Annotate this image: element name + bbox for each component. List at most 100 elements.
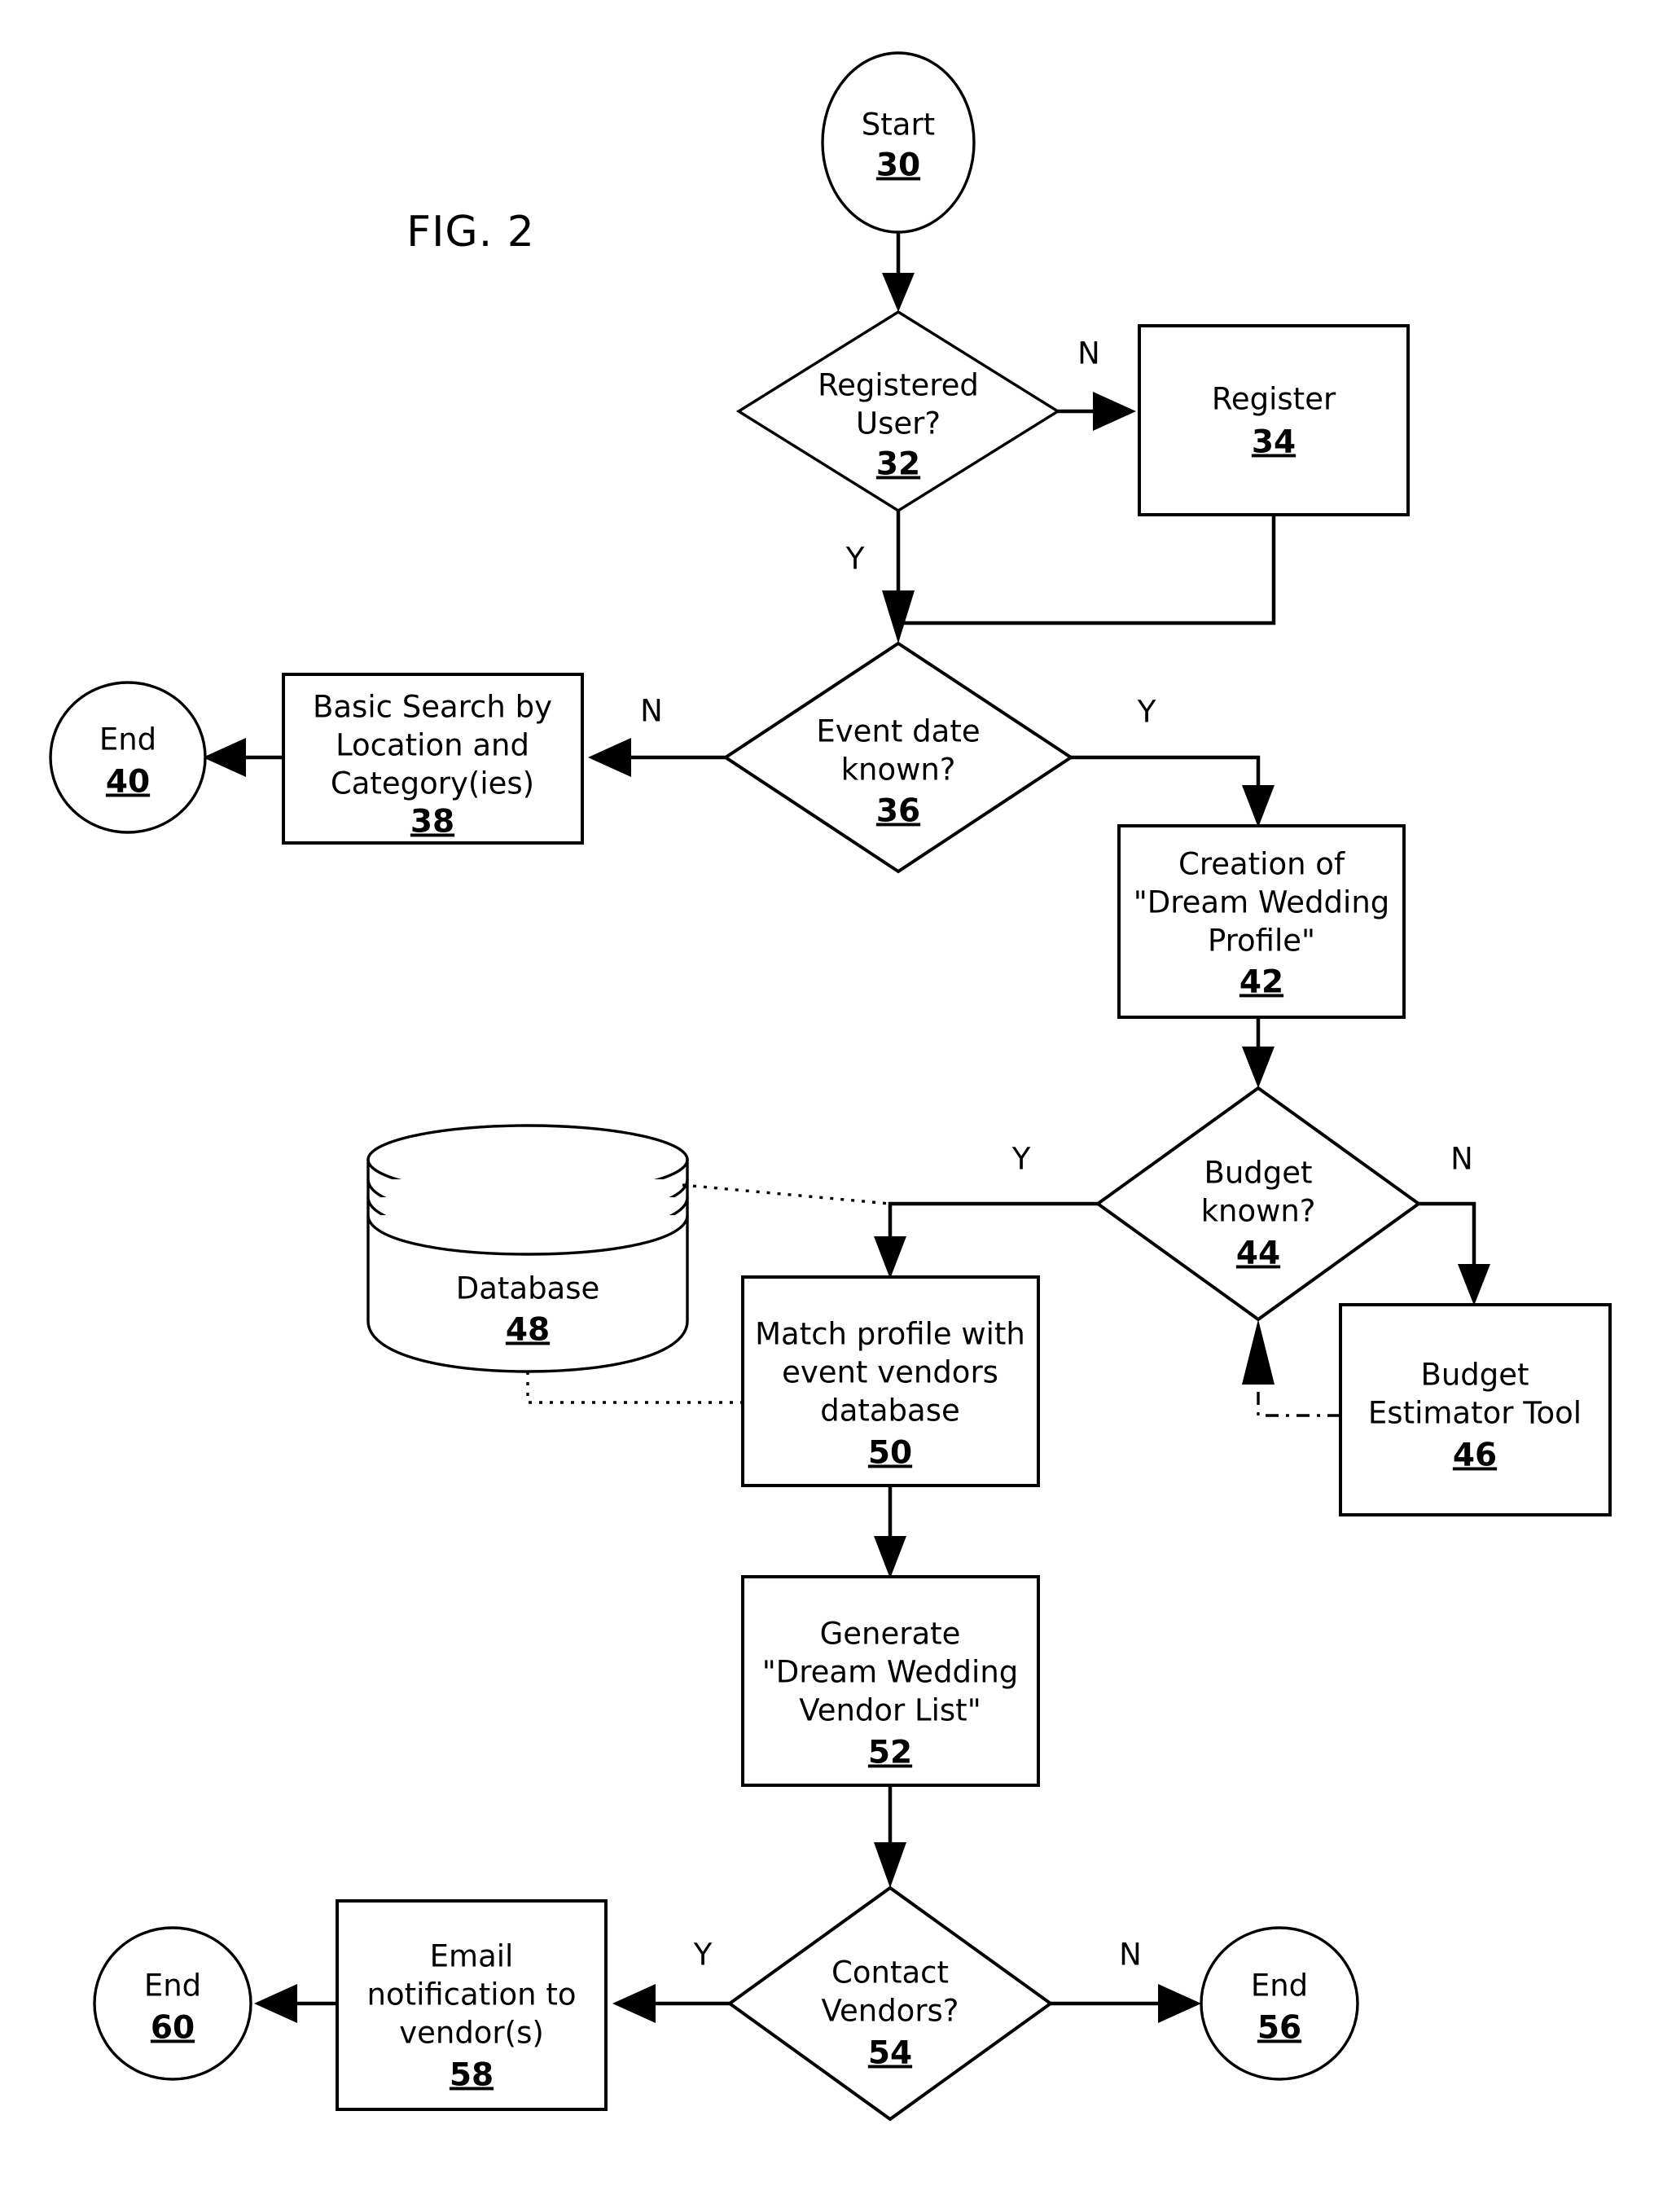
connector-budget-known-to-estimator xyxy=(1419,1201,1490,1306)
generate-list-label-line-1: "Dream Wedding xyxy=(762,1655,1019,1690)
node-contact-vendors: Contact Vendors? 54 xyxy=(726,1885,1054,2122)
arrowhead-down xyxy=(874,1536,906,1578)
node-budget-known: Budget known? 44 xyxy=(1095,1086,1422,1322)
end-56-terminator-shape xyxy=(1200,1926,1359,2081)
basic-search-label-line-1: Location and xyxy=(336,728,529,763)
connector-match-profile-to-generate-list xyxy=(874,1486,906,1578)
flowchart-svg: FIG. 2 Start 30 Registered User? 32 N Re… xyxy=(49,51,1612,2122)
connector-generate-list-to-contact-vendors xyxy=(874,1785,906,1888)
node-end-56: End 56 xyxy=(1200,1926,1359,2081)
budget-known-ref: 44 xyxy=(1236,1235,1280,1272)
end-40-terminator-shape xyxy=(49,681,207,834)
budget-estimator-label-line-0: Budget xyxy=(1420,1358,1529,1393)
end-56-label: End xyxy=(1251,1968,1308,2004)
creation-profile-label-line-1: "Dream Wedding xyxy=(1134,885,1390,920)
arrowhead-down xyxy=(1242,785,1275,827)
connector-event-date-to-creation-profile xyxy=(1071,755,1275,827)
generate-list-ref: 52 xyxy=(868,1735,912,1771)
register-ref: 34 xyxy=(1252,424,1296,461)
event-date-label-line-0: Event date xyxy=(816,714,980,749)
node-match-profile: Match profile with event vendors databas… xyxy=(741,1275,1040,1487)
register-box-shape xyxy=(1138,324,1410,516)
node-email-notification: Email notification to vendor(s) 58 xyxy=(336,1899,608,2111)
branch-label-contact-yes: Y xyxy=(693,1938,713,1973)
contact-vendors-ref: 54 xyxy=(868,2035,912,2072)
budget-known-label-line-0: Budget xyxy=(1204,1156,1312,1191)
end-60-ref: 60 xyxy=(151,2010,195,2047)
registered-user-ref: 32 xyxy=(876,446,920,483)
database-ref: 48 xyxy=(506,1312,550,1349)
connector-database-to-match-profile xyxy=(526,1372,743,1404)
connector-budget-known-to-match-profile xyxy=(874,1201,1098,1279)
arrowhead-up xyxy=(1242,1319,1275,1385)
generate-list-label-line-0: Generate xyxy=(820,1617,961,1652)
connector-event-date-to-basic-search xyxy=(588,738,726,777)
node-start: Start 30 xyxy=(821,51,976,234)
arrowhead-left xyxy=(612,1984,656,2023)
match-profile-label-line-2: database xyxy=(820,1393,960,1429)
connector-basic-search-to-end-40 xyxy=(203,738,283,777)
budget-estimator-label-line-1: Estimator Tool xyxy=(1368,1396,1582,1431)
node-creation-profile: Creation of "Dream Wedding Profile" 42 xyxy=(1117,824,1406,1019)
email-notification-ref: 58 xyxy=(450,2057,494,2094)
node-basic-search: Basic Search by Location and Category(ie… xyxy=(282,673,584,845)
start-ref: 30 xyxy=(876,147,920,184)
node-budget-estimator: Budget Estimator Tool 46 xyxy=(1339,1303,1612,1516)
connector-email-to-end-60 xyxy=(254,1984,337,2023)
connector-registered-user-to-register xyxy=(1058,392,1136,431)
generate-list-label-line-2: Vendor List" xyxy=(799,1693,981,1728)
branch-label-budget-no: N xyxy=(1450,1142,1473,1177)
end-60-label: End xyxy=(144,1968,201,2004)
arrowhead-left xyxy=(203,738,246,777)
event-date-ref: 36 xyxy=(876,793,920,830)
connector-database-to-budget-path xyxy=(682,1183,891,1205)
connector-contact-vendors-to-email xyxy=(612,1984,730,2023)
basic-search-label-line-2: Category(ies) xyxy=(331,766,534,801)
arrowhead-down xyxy=(1242,1047,1275,1088)
node-generate-list: Generate "Dream Wedding Vendor List" 52 xyxy=(741,1575,1040,1787)
creation-profile-label-line-0: Creation of xyxy=(1178,847,1345,882)
match-profile-label-line-0: Match profile with xyxy=(755,1317,1025,1352)
arrowhead-down xyxy=(882,273,915,312)
node-end-60: End 60 xyxy=(93,1926,252,2081)
connector-contact-vendors-to-end-56 xyxy=(1051,1984,1201,2023)
email-notification-label-line-0: Email xyxy=(430,1939,514,1974)
connector-start-to-registered-user xyxy=(882,232,915,312)
start-label: Start xyxy=(862,108,935,143)
match-profile-label-line-1: event vendors xyxy=(782,1355,998,1390)
arrowhead-down xyxy=(874,1842,906,1888)
arrowhead-down xyxy=(874,1236,906,1279)
node-end-40: End 40 xyxy=(49,681,207,834)
node-database: Database 48 xyxy=(366,1124,689,1373)
start-terminator-shape xyxy=(821,51,976,234)
node-register: Register 34 xyxy=(1138,324,1410,516)
registered-user-label-line-0: Registered xyxy=(818,368,979,403)
basic-search-ref: 38 xyxy=(410,804,454,840)
branch-label-contact-no: N xyxy=(1119,1938,1142,1973)
budget-estimator-ref: 46 xyxy=(1453,1437,1497,1474)
email-notification-label-line-1: notification to xyxy=(367,1977,577,2012)
arrowhead-left xyxy=(588,738,631,777)
node-event-date-known: Event date known? 36 xyxy=(722,641,1074,874)
figure-canvas: FIG. 2 Start 30 Registered User? 32 N Re… xyxy=(0,0,1676,2212)
branch-label-registered-user-no: N xyxy=(1077,336,1100,371)
email-notification-label-line-2: vendor(s) xyxy=(399,2016,544,2051)
arrowhead-down xyxy=(882,590,915,643)
contact-vendors-label-line-0: Contact xyxy=(831,1955,949,1990)
branch-label-event-date-no: N xyxy=(640,694,663,729)
branch-label-budget-yes: Y xyxy=(1011,1142,1031,1177)
end-60-terminator-shape xyxy=(93,1926,252,2081)
register-label-line-0: Register xyxy=(1212,382,1336,417)
connector-estimator-feedback-to-budget-known xyxy=(1242,1319,1340,1417)
arrowhead-right xyxy=(1093,392,1136,431)
match-profile-ref: 50 xyxy=(868,1435,912,1472)
contact-vendors-label-line-1: Vendors? xyxy=(822,1994,959,2029)
event-date-label-line-1: known? xyxy=(841,753,956,788)
figure-title: FIG. 2 xyxy=(406,208,535,257)
creation-profile-ref: 42 xyxy=(1239,964,1283,1001)
arrowhead-down xyxy=(1458,1264,1490,1306)
arrowhead-left xyxy=(254,1984,297,2023)
budget-known-label-line-1: known? xyxy=(1201,1194,1316,1229)
basic-search-label-line-0: Basic Search by xyxy=(313,690,552,725)
node-registered-user: Registered User? 32 xyxy=(735,309,1061,513)
